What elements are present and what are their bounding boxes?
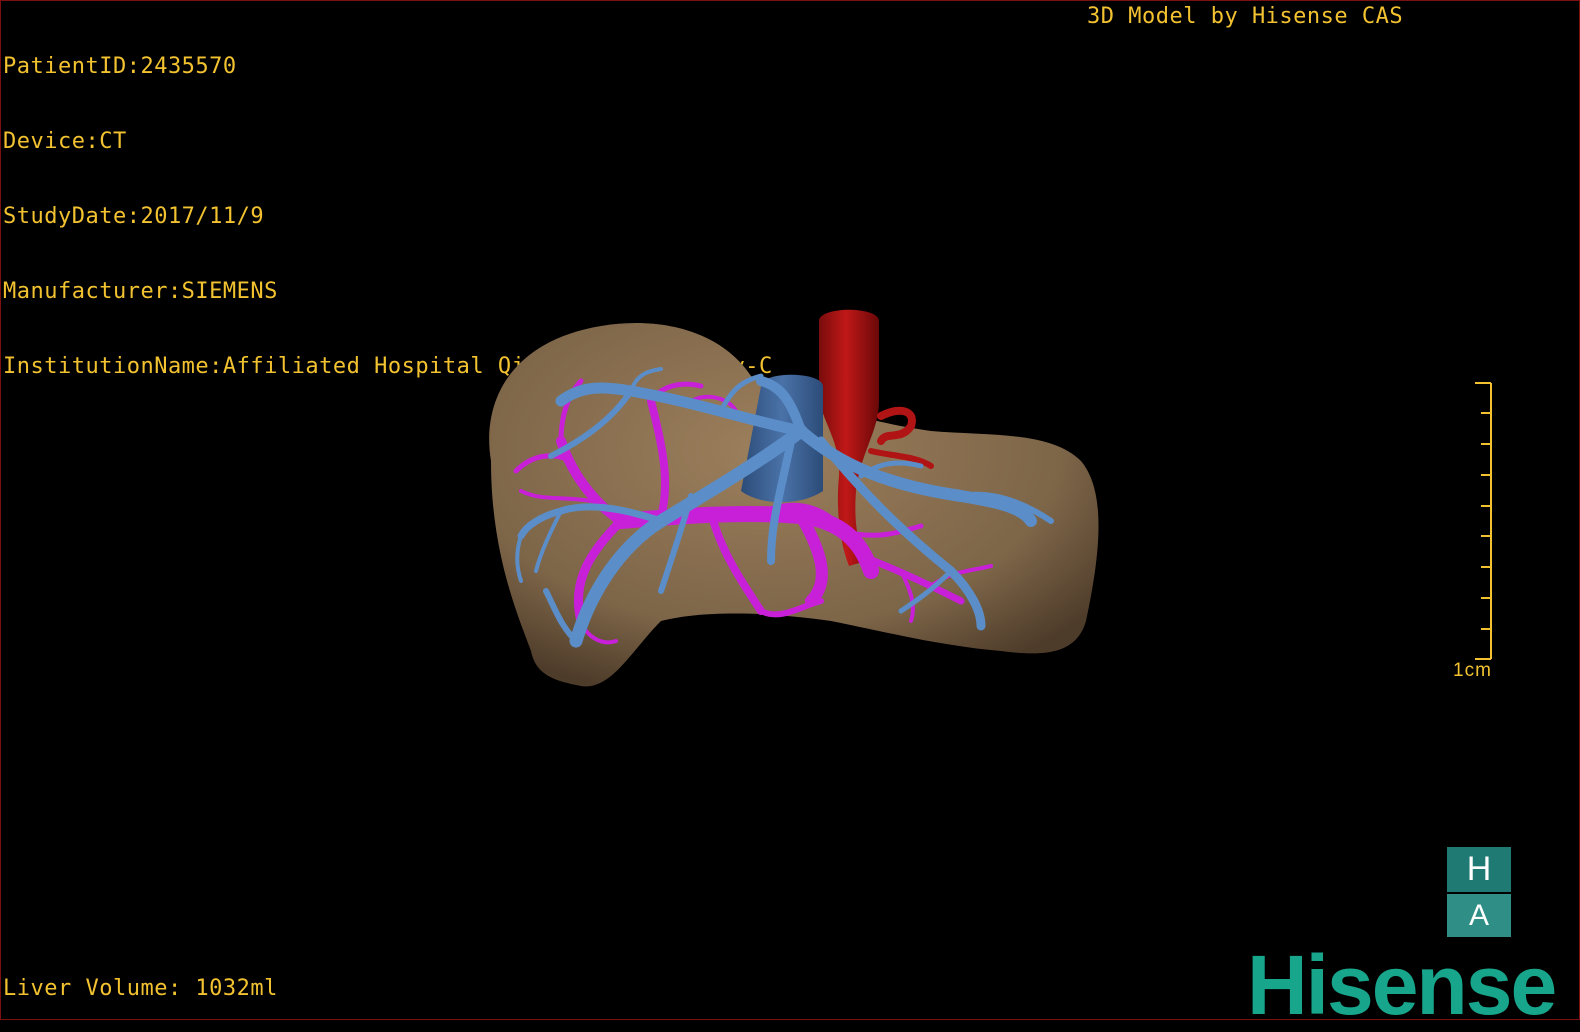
patient-id-text: PatientID:2435570 <box>3 54 237 79</box>
study-date-text: StudyDate:2017/11/9 <box>3 204 265 229</box>
3d-viewport[interactable]: PatientID:2435570 Device:CT StudyDate:20… <box>0 0 1580 1027</box>
scale-label: 1cm <box>1453 660 1492 681</box>
liver-3d-model[interactable] <box>461 291 1121 711</box>
liver-volume-text: Liver Volume: 1032ml <box>3 976 278 1001</box>
orientation-head-face[interactable]: H <box>1447 847 1511 892</box>
orientation-cube[interactable]: H A <box>1447 847 1511 937</box>
orientation-anterior-face[interactable]: A <box>1447 894 1511 937</box>
model-credit-text: 3D Model by Hisense CAS <box>1087 4 1404 29</box>
scale-bar <box>1475 382 1492 660</box>
hisense-logo: Hisense <box>1247 938 1557 1032</box>
device-text: Device:CT <box>3 129 127 154</box>
